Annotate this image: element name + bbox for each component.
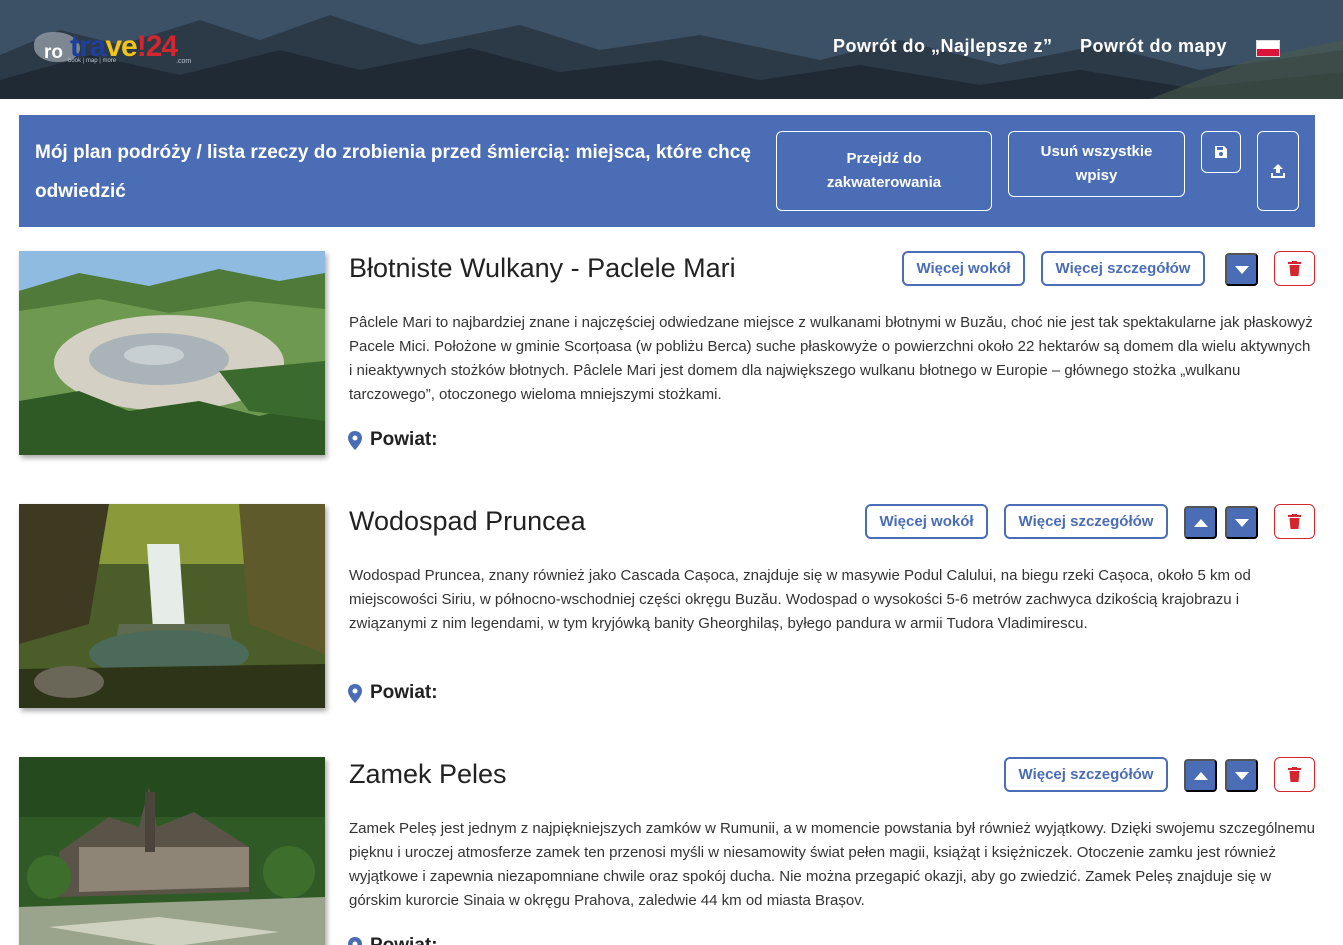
map-pin-icon: [348, 683, 362, 703]
entry-photo-mud-volcanoes[interactable]: [19, 251, 325, 455]
site-header: ro trave!24 book | map | more .com Powró…: [0, 0, 1343, 99]
upload-icon: [1271, 164, 1285, 178]
more-details-button[interactable]: Więcej szczegółów: [1004, 757, 1168, 792]
trash-icon: [1288, 261, 1301, 276]
flag-poland-icon[interactable]: [1256, 40, 1280, 57]
move-up-button[interactable]: [1184, 759, 1217, 792]
more-details-button[interactable]: Więcej szczegółów: [1004, 504, 1168, 539]
move-down-button[interactable]: [1225, 759, 1258, 792]
entry-photo-waterfall[interactable]: [19, 504, 325, 708]
trash-icon: [1288, 767, 1301, 782]
nav-back-to-best-of[interactable]: Powrót do „Najlepsze z”: [833, 36, 1053, 57]
plan-entry: Wodospad Pruncea Więcej wokół Więcej szc…: [19, 504, 1315, 714]
logo-tagline: book | map | more: [68, 58, 117, 64]
logo-domain: .com: [176, 58, 192, 65]
plan-entry: Zamek Peles Więcej szczegółów Zamek Pele…: [19, 757, 1315, 945]
more-around-button[interactable]: Więcej wokół: [902, 251, 1025, 286]
trash-icon: [1288, 514, 1301, 529]
entry-county: Powiat:: [348, 682, 438, 704]
save-icon: [1215, 146, 1227, 158]
county-label: Powiat:: [370, 682, 438, 703]
county-label: Powiat:: [370, 935, 438, 945]
delete-entry-button[interactable]: [1274, 504, 1315, 539]
logo-ro: ro: [44, 42, 63, 63]
entry-description: Wodospad Pruncea, znany również jako Cas…: [349, 567, 1251, 632]
more-around-button[interactable]: Więcej wokół: [865, 504, 988, 539]
go-to-accommodation-button[interactable]: Przejdź do zakwaterowania: [776, 131, 992, 211]
site-logo[interactable]: ro trave!24 book | map | more .com: [34, 28, 204, 68]
entry-title: Błotniste Wulkany - Paclele Mari: [349, 253, 736, 283]
entry-description: Pâclele Mari to najbardziej znane i najc…: [349, 314, 1313, 403]
entry-county: Powiat:: [348, 935, 438, 945]
more-details-button[interactable]: Więcej szczegółów: [1041, 251, 1205, 286]
delete-entry-button[interactable]: [1274, 251, 1315, 286]
plan-entry: Błotniste Wulkany - Paclele Mari Więcej …: [19, 251, 1315, 461]
entry-title: Zamek Peles: [349, 759, 507, 789]
caret-down-icon: [1234, 265, 1249, 274]
move-down-button[interactable]: [1225, 506, 1258, 539]
caret-down-icon: [1234, 771, 1249, 780]
map-pin-icon: [348, 936, 362, 945]
delete-entry-button[interactable]: [1274, 757, 1315, 792]
map-pin-icon: [348, 430, 362, 450]
nav-back-to-map[interactable]: Powrót do mapy: [1080, 36, 1227, 57]
move-down-button[interactable]: [1225, 253, 1258, 286]
plan-title: Mój plan podróży / lista rzeczy do zrobi…: [35, 142, 751, 202]
export-plan-button[interactable]: [1257, 131, 1299, 211]
caret-up-icon: [1193, 771, 1208, 780]
entry-description: Zamek Peleș jest jednym z najpiękniejszy…: [349, 820, 1315, 909]
delete-all-entries-button[interactable]: Usuń wszystkie wpisy: [1008, 131, 1185, 197]
entry-county: Powiat:: [348, 429, 438, 451]
county-label: Powiat:: [370, 429, 438, 450]
entry-title: Wodospad Pruncea: [349, 506, 586, 536]
save-plan-button[interactable]: [1201, 131, 1241, 173]
travel-plan-bar: Mój plan podróży / lista rzeczy do zrobi…: [19, 115, 1315, 227]
entry-photo-castle[interactable]: [19, 757, 325, 945]
caret-down-icon: [1234, 518, 1249, 527]
move-up-button[interactable]: [1184, 506, 1217, 539]
caret-up-icon: [1193, 518, 1208, 527]
